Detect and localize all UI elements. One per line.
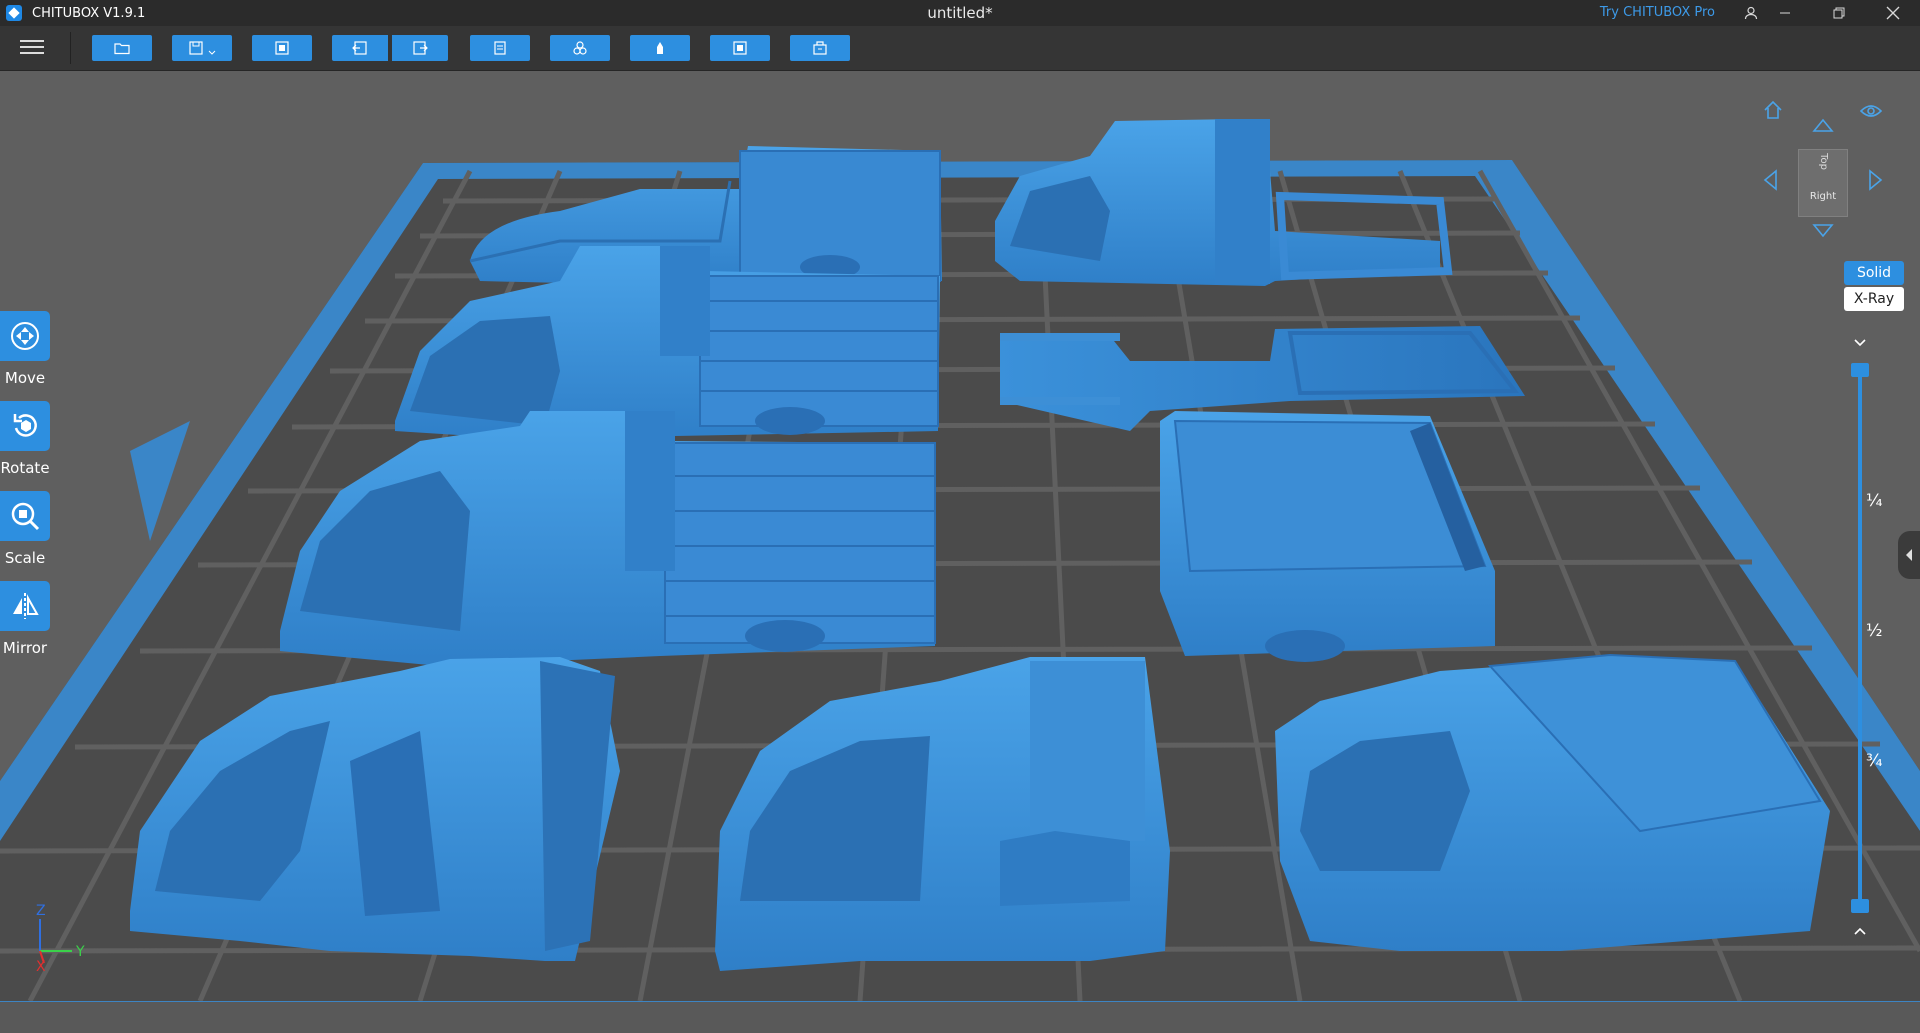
save-button[interactable]: [172, 35, 232, 61]
redo-button[interactable]: [392, 35, 448, 61]
restore-button[interactable]: [1812, 0, 1866, 26]
restore-icon: [1833, 7, 1845, 19]
view-cube[interactable]: Top Right: [1798, 149, 1848, 217]
scale-tool[interactable]: Scale: [0, 491, 50, 567]
copy-button[interactable]: [470, 35, 530, 61]
rotate-icon: [13, 414, 37, 437]
scale-tool-label: Scale: [4, 549, 46, 567]
layer-slider-bottom-handle[interactable]: [1851, 899, 1869, 913]
move-tool-label: Move: [4, 369, 46, 387]
view-cube-face-label: Right: [1809, 191, 1837, 202]
slider-mark-half: ½: [1866, 621, 1883, 641]
hamburger-icon: [20, 40, 44, 42]
hollow-button[interactable]: [710, 35, 770, 61]
mirror-tool-label: Mirror: [2, 639, 48, 657]
hollow-icon: [733, 41, 747, 55]
main-toolbar: [0, 26, 1920, 71]
view-cube-top-label: Top: [1817, 153, 1829, 170]
view-left-arrow-icon[interactable]: [1762, 169, 1778, 191]
status-bar: [0, 1001, 1920, 1033]
view-top-arrow-icon[interactable]: [1812, 117, 1834, 133]
rotate-tool[interactable]: Rotate: [0, 401, 50, 477]
3d-viewport[interactable]: Move Rotate Scale Mirror Top Right Solid…: [0, 71, 1920, 1001]
open-file-button[interactable]: [92, 35, 152, 61]
axis-x-label: X: [36, 959, 46, 971]
move-icon: [11, 322, 39, 350]
minimize-icon: [1780, 12, 1790, 14]
mirror-icon: [13, 593, 39, 619]
layout-button[interactable]: [550, 35, 610, 61]
axis-y-label: Y: [75, 944, 85, 960]
undo-icon: [352, 41, 367, 55]
slider-up-chevron-icon[interactable]: [1852, 925, 1868, 937]
mirror-tool[interactable]: Mirror: [0, 581, 50, 657]
rotate-tool-label: Rotate: [0, 459, 50, 477]
app-title: CHITUBOX V1.9.1: [32, 5, 146, 21]
model-cab-shell-3[interactable]: [1275, 653, 1830, 951]
slider-mark-quarter: ¼: [1866, 491, 1883, 511]
redo-icon: [413, 41, 428, 55]
app-logo-icon: [6, 5, 22, 21]
view-bottom-arrow-icon[interactable]: [1812, 223, 1834, 239]
minimize-button[interactable]: [1758, 0, 1812, 26]
arrange-icon: [275, 41, 289, 55]
save-icon: [189, 41, 203, 55]
right-panel-toggle[interactable]: [1898, 531, 1920, 579]
scale-icon: [11, 502, 40, 531]
auto-arrange-button[interactable]: [252, 35, 312, 61]
slice-icon: [813, 41, 827, 55]
view-right-arrow-icon[interactable]: [1868, 169, 1884, 191]
undo-button[interactable]: [332, 35, 388, 61]
slice-button[interactable]: [790, 35, 850, 61]
layer-slider-track[interactable]: [1858, 369, 1862, 906]
copy-icon: [494, 41, 506, 55]
try-pro-link[interactable]: Try CHITUBOX Pro: [1600, 5, 1715, 20]
home-view-icon[interactable]: [1762, 99, 1784, 121]
build-platform-scene[interactable]: [0, 71, 1920, 1001]
support-button[interactable]: [630, 35, 690, 61]
user-icon: [1744, 6, 1758, 20]
xray-mode-button[interactable]: X-Ray: [1844, 287, 1904, 311]
axis-z-label: Z: [36, 903, 46, 919]
chevron-left-icon: [1906, 549, 1912, 561]
support-icon: [657, 42, 663, 54]
close-icon: [1886, 6, 1900, 20]
model-cab-chassis[interactable]: [995, 119, 1453, 286]
slider-mark-three-quarter: ¾: [1866, 751, 1883, 771]
axis-gizmo: Z Y X: [36, 903, 85, 971]
folder-icon: [114, 43, 130, 55]
close-button[interactable]: [1866, 0, 1920, 26]
eye-icon[interactable]: [1860, 103, 1882, 119]
solid-mode-button[interactable]: Solid: [1844, 261, 1904, 285]
title-bar: CHITUBOX V1.9.1 untitled* Try CHITUBOX P…: [0, 0, 1920, 26]
move-tool[interactable]: Move: [0, 311, 50, 387]
menu-button[interactable]: [20, 36, 44, 58]
toolbar-divider: [70, 32, 71, 64]
chevron-down-icon: [208, 50, 216, 55]
multi-model-icon: [573, 41, 587, 55]
slider-down-chevron-icon[interactable]: [1852, 337, 1868, 349]
layer-slider-top-handle[interactable]: [1851, 363, 1869, 377]
